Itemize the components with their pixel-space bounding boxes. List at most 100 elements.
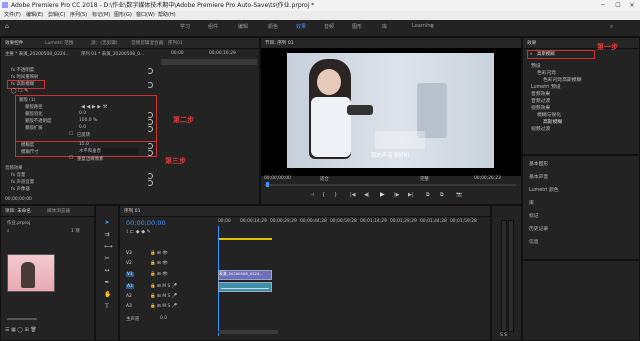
program-timecode-left[interactable]: 00;00;00;00: [264, 176, 291, 181]
track-controls[interactable]: 🔒 ⊞ 👁: [150, 272, 168, 277]
tab-effects[interactable]: 效果: [527, 40, 536, 46]
workspace-graphics[interactable]: 图形: [352, 23, 362, 30]
effects-tree-presets[interactable]: 预设: [531, 62, 541, 69]
effects-tree-video-transitions[interactable]: 视频过渡: [531, 125, 550, 132]
mark-in-button[interactable]: ⊣: [310, 192, 314, 198]
step-back-button[interactable]: ◀|: [364, 192, 370, 198]
track-select-tool-icon[interactable]: ⇉: [104, 232, 110, 238]
track-controls[interactable]: 🔒 ⊞ M S 🎤: [150, 304, 177, 309]
hand-tool-icon[interactable]: ✋: [104, 292, 111, 298]
effect-volume[interactable]: fx 音量: [11, 172, 25, 178]
effects-tree-gaussian-blur[interactable]: 高斯模糊: [543, 118, 562, 125]
workspace-editing[interactable]: 编辑: [238, 23, 248, 30]
workspace-audio[interactable]: 音频: [324, 23, 334, 30]
sequence-clip-label[interactable]: 序列 01 * 表演_20200508_0...: [81, 51, 144, 57]
reset-icon[interactable]: [147, 173, 153, 179]
home-icon[interactable]: ⌂: [5, 23, 9, 30]
reset-icon[interactable]: [147, 126, 153, 132]
repeat-edge-checkbox[interactable]: ☐: [69, 156, 73, 161]
audio-clip-a1[interactable]: [218, 282, 272, 292]
reset-icon[interactable]: [147, 119, 153, 125]
extract-button[interactable]: ⧉: [440, 192, 444, 198]
step-forward-button[interactable]: |▶: [394, 192, 400, 198]
fit-select[interactable]: 适合: [320, 176, 329, 182]
effects-tree-video-effects[interactable]: 视频效果: [531, 104, 550, 111]
menu-graphics[interactable]: 图形(G): [114, 11, 132, 20]
ripple-edit-tool-icon[interactable]: ⟷: [104, 244, 113, 250]
close-button[interactable]: ✕: [625, 0, 639, 11]
minimize-button[interactable]: ─: [596, 0, 610, 11]
track-header-v2[interactable]: V2: [126, 261, 132, 266]
program-scrubber[interactable]: [264, 184, 516, 186]
reset-icon[interactable]: [147, 143, 153, 149]
panel-essential-sound[interactable]: 基本声音: [529, 173, 548, 180]
effects-tree-audio-transitions[interactable]: 音频过渡: [531, 97, 550, 104]
track-header-a1[interactable]: A1: [126, 284, 134, 289]
selection-tool-icon[interactable]: ➤: [104, 220, 110, 226]
camera-icon[interactable]: 📷: [456, 192, 462, 198]
effects-tree-color-flicker-blur[interactable]: 色彩闪烁高斯模糊: [543, 76, 581, 83]
tab-program[interactable]: 节目: 序列 01: [265, 40, 294, 46]
blurriness-value[interactable]: 15.0: [79, 142, 89, 147]
menu-clip[interactable]: 剪辑(C): [48, 11, 65, 20]
tab-project[interactable]: 项目: 未命名: [5, 208, 31, 214]
track-controls[interactable]: 🔒 ⊞ M S 🎤: [150, 284, 177, 289]
mask-path-controls[interactable]: ◀ ◀ ▶ ▶ ⚒: [81, 104, 107, 110]
menu-window[interactable]: 窗口(W): [136, 11, 155, 20]
workspace-color[interactable]: 颜色: [268, 23, 278, 30]
search-icon[interactable]: ⌕: [610, 23, 613, 31]
mark-in-icon[interactable]: {: [322, 192, 325, 198]
timeline-scrollbar[interactable]: [218, 330, 278, 334]
track-header-a2[interactable]: A2: [126, 294, 132, 299]
inverted-checkbox[interactable]: ☐: [69, 132, 73, 137]
track-header-a3[interactable]: A3: [126, 304, 132, 309]
tab-media-browser[interactable]: 媒体浏览器: [47, 208, 70, 214]
effects-tree-color-flicker[interactable]: 色彩闪烁: [537, 69, 556, 76]
menu-file[interactable]: 文件(F): [4, 11, 21, 20]
track-header-v1[interactable]: V1: [126, 272, 134, 277]
panel-history[interactable]: 历史记录: [529, 225, 548, 232]
blur-dimensions-select[interactable]: 水平和垂直: [79, 148, 139, 154]
project-search-icon[interactable]: ⌕: [7, 228, 9, 234]
panel-libraries[interactable]: 库: [529, 199, 534, 206]
go-to-out-button[interactable]: ▶|: [408, 192, 414, 198]
effects-tree-blur-sharpen[interactable]: 模糊与锐化: [537, 111, 561, 118]
go-to-in-button[interactable]: |◀: [350, 192, 356, 198]
workspace-more-icon[interactable]: »: [430, 23, 433, 29]
workspace-assembly[interactable]: 组件: [208, 23, 218, 30]
reset-icon[interactable]: [147, 112, 153, 118]
work-area-bar[interactable]: [218, 238, 272, 240]
effect-panner[interactable]: fx 声像器: [11, 186, 30, 192]
maximize-button[interactable]: ☐: [611, 0, 625, 11]
menu-marker[interactable]: 标记(M): [92, 11, 110, 20]
project-zoom-slider[interactable]: [7, 318, 37, 320]
reset-icon[interactable]: [147, 180, 153, 186]
master-track-value[interactable]: 0.0: [160, 316, 167, 321]
program-playhead[interactable]: [266, 182, 269, 187]
mask-shape-icons[interactable]: ◯ ☐ ✎: [11, 88, 28, 94]
solo-buttons[interactable]: S S: [500, 333, 507, 338]
effects-tree-audio-effects[interactable]: 音频效果: [531, 90, 550, 97]
mask-feather-value[interactable]: 0.0: [79, 111, 86, 116]
menu-sequence[interactable]: 序列(S): [70, 11, 87, 20]
tab-sequence-01[interactable]: 序列 01: [124, 208, 141, 214]
project-footer-icons[interactable]: ☰ ▦ ◯ ⊞ 🗑: [5, 327, 37, 333]
mark-out-icon[interactable]: }: [334, 192, 337, 198]
reset-icon[interactable]: [147, 68, 153, 74]
tab-source[interactable]: 源：(无剪辑): [91, 40, 118, 46]
video-clip-v1[interactable]: 表演_20200508_0224...: [218, 270, 272, 280]
track-controls[interactable]: 🔒 ⊞ M S 🎤: [150, 294, 177, 299]
menu-help[interactable]: 帮助(H): [158, 11, 176, 20]
quality-select[interactable]: 完整: [420, 176, 429, 182]
tab-lumetri-scopes[interactable]: Lumetri 范围: [45, 40, 73, 46]
reset-icon[interactable]: [147, 150, 153, 156]
reset-icon[interactable]: [147, 82, 153, 88]
effect-channel-volume[interactable]: fx 声道音量: [11, 179, 34, 185]
track-header-v3[interactable]: V3: [126, 251, 132, 256]
track-controls[interactable]: 🔒 ⊞ 👁: [150, 251, 168, 256]
effects-search-input[interactable]: 高斯模糊: [537, 51, 555, 57]
workspace-libraries[interactable]: 库: [382, 23, 387, 30]
tab-effect-controls[interactable]: 效果控件: [5, 40, 23, 46]
effect-opacity[interactable]: fx 不透明度: [11, 67, 34, 73]
type-tool-icon[interactable]: T: [104, 304, 110, 310]
